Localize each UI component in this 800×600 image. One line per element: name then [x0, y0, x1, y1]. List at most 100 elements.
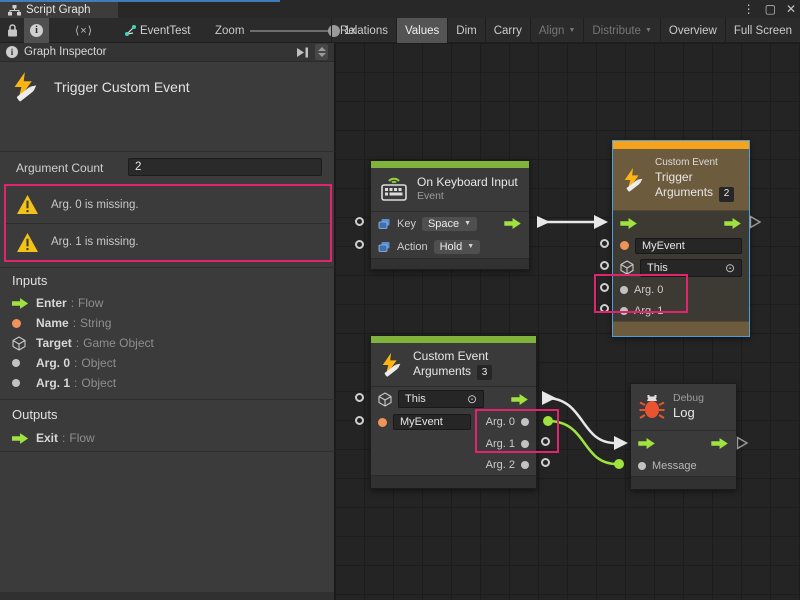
input-item-target: Target : Game Object [12, 335, 154, 351]
graph-asset-icon [122, 18, 138, 43]
input-item-arg0: Arg. 0 : Object [12, 355, 116, 371]
code-view-button[interactable]: ⟨×⟩ [66, 18, 102, 43]
dock-panel-icon[interactable] [296, 47, 309, 58]
message-row: Message [631, 455, 736, 476]
keyboard-key-port[interactable] [355, 217, 364, 226]
flow-out-port[interactable] [511, 394, 529, 405]
chevron-down-icon: ▼ [645, 27, 652, 34]
output-item-exit: Exit : Flow [12, 430, 95, 446]
input-item-name: Name : String [12, 315, 111, 331]
spinner-up-icon[interactable] [318, 47, 326, 51]
debug-flow-out-hint [736, 436, 749, 450]
object-picker-icon[interactable]: ⊙ [717, 261, 735, 275]
divider [0, 399, 335, 400]
toolbar-button-values[interactable]: Values [396, 18, 447, 43]
string-port[interactable] [620, 241, 629, 250]
object-port[interactable] [620, 307, 628, 315]
inputs-header: Inputs [12, 273, 47, 288]
spinner-down-icon[interactable] [318, 53, 326, 57]
event-arg2-out-port[interactable] [541, 458, 550, 467]
close-icon[interactable]: ✕ [786, 2, 796, 16]
event-name-field[interactable]: MyEvent [393, 414, 471, 430]
node-footer [631, 476, 736, 489]
action-dropdown[interactable]: Hold ▼ [434, 240, 481, 254]
event-name-field[interactable]: MyEvent [635, 238, 742, 254]
arg1-row: Arg. 1 [371, 433, 536, 454]
toolbar-button-carry[interactable]: Carry [485, 18, 530, 43]
custom-event-icon [10, 71, 42, 103]
target-field[interactable]: This ⊙ [398, 390, 484, 408]
event-target-port[interactable] [355, 393, 364, 402]
window-menu-icon[interactable]: ⋮ [743, 2, 755, 16]
event-arg1-out-port[interactable] [541, 437, 550, 446]
object-dot-icon [12, 379, 36, 387]
maximize-icon[interactable]: ▢ [765, 2, 776, 16]
node-debug-log[interactable]: Debug Log Message [630, 383, 737, 490]
flow-out-port[interactable] [724, 218, 742, 229]
node-trigger-custom-event[interactable]: Custom Event Trigger Arguments2 MyEvent [612, 140, 750, 337]
flow-arrow-icon [12, 433, 36, 444]
toolbar-button-distribute[interactable]: Distribute▼ [583, 18, 660, 43]
arg2-out-port[interactable] [521, 461, 529, 469]
key-dropdown[interactable]: Space ▼ [422, 217, 477, 231]
cube-icon[interactable] [620, 260, 634, 275]
inspector-header-title: Graph Inspector [24, 46, 290, 58]
inspector-footer [0, 592, 334, 600]
trigger-arg0-port[interactable] [600, 283, 609, 292]
trigger-name-port[interactable] [600, 239, 609, 248]
target-field[interactable]: This ⊙ [640, 259, 742, 277]
flow-in-port[interactable] [620, 218, 638, 229]
scroll-spinner[interactable] [315, 44, 328, 60]
cube-icon[interactable] [378, 392, 392, 407]
script-graph-window: Script Graph ⋮ ▢ ✕ i ⟨×⟩ Eve [0, 0, 800, 600]
keyboard-event-icon [379, 176, 409, 203]
bug-icon [639, 394, 665, 420]
target-row: This ⊙ [613, 256, 749, 279]
warning-item: Arg. 0 is missing. [6, 186, 330, 223]
literal-value-icon [378, 241, 391, 253]
toolbar-button-fullscreen[interactable]: Full Screen [725, 18, 800, 43]
graph-inspector-header: i Graph Inspector [0, 43, 334, 62]
toolbar-button-dim[interactable]: Dim [447, 18, 484, 43]
toolbar-button-align[interactable]: Align▼ [530, 18, 584, 43]
arg0-out-port[interactable] [521, 418, 529, 426]
custom-event-icon [379, 352, 405, 378]
trigger-target-port[interactable] [600, 261, 609, 270]
tab-script-graph[interactable]: Script Graph [0, 2, 118, 18]
zoom-slider[interactable] [250, 30, 336, 32]
object-port[interactable] [620, 286, 628, 294]
graph-canvas[interactable]: On Keyboard Input Event Key Space ▼ [335, 43, 800, 600]
titlebar: Script Graph ⋮ ▢ ✕ [0, 0, 800, 18]
message-port[interactable] [638, 462, 646, 470]
string-port[interactable] [378, 418, 387, 427]
divider [0, 451, 335, 452]
flow-in-port[interactable] [638, 438, 656, 449]
graph-inspector-panel: i Graph Inspector Trigger Custom Event [0, 43, 335, 600]
arg1-out-port[interactable] [521, 440, 529, 448]
warning-icon [16, 194, 39, 215]
node-on-keyboard-input[interactable]: On Keyboard Input Event Key Space ▼ [370, 160, 530, 270]
keyboard-action-port[interactable] [355, 240, 364, 249]
flow-row [631, 431, 736, 455]
toolbar-button-relations[interactable]: Relations [331, 18, 396, 43]
object-picker-icon[interactable]: ⊙ [459, 392, 477, 406]
node-custom-event[interactable]: Custom Event Arguments3 This ⊙ [370, 335, 537, 489]
event-name-port[interactable] [355, 416, 364, 425]
event-node-color-bar [371, 161, 529, 168]
flow-row [613, 211, 749, 235]
node-footer [371, 258, 529, 269]
flow-out-port[interactable] [504, 218, 522, 229]
argument-count-badge: 3 [477, 365, 492, 380]
lock-icon[interactable] [2, 18, 22, 43]
toolbar-button-overview[interactable]: Overview [660, 18, 725, 43]
key-row: Key Space ▼ [371, 212, 529, 235]
trigger-arg1-port[interactable] [600, 304, 609, 313]
flow-out-port[interactable] [711, 438, 729, 449]
info-icon: i [6, 46, 18, 58]
info-toggle-button[interactable]: i [24, 18, 49, 43]
event-name-row: MyEvent [613, 235, 749, 256]
action-row: Action Hold ▼ [371, 235, 529, 258]
argument-count-label: Argument Count [16, 161, 103, 175]
argument-count-field[interactable]: 2 [128, 158, 322, 176]
node-category: Debug [673, 392, 704, 405]
